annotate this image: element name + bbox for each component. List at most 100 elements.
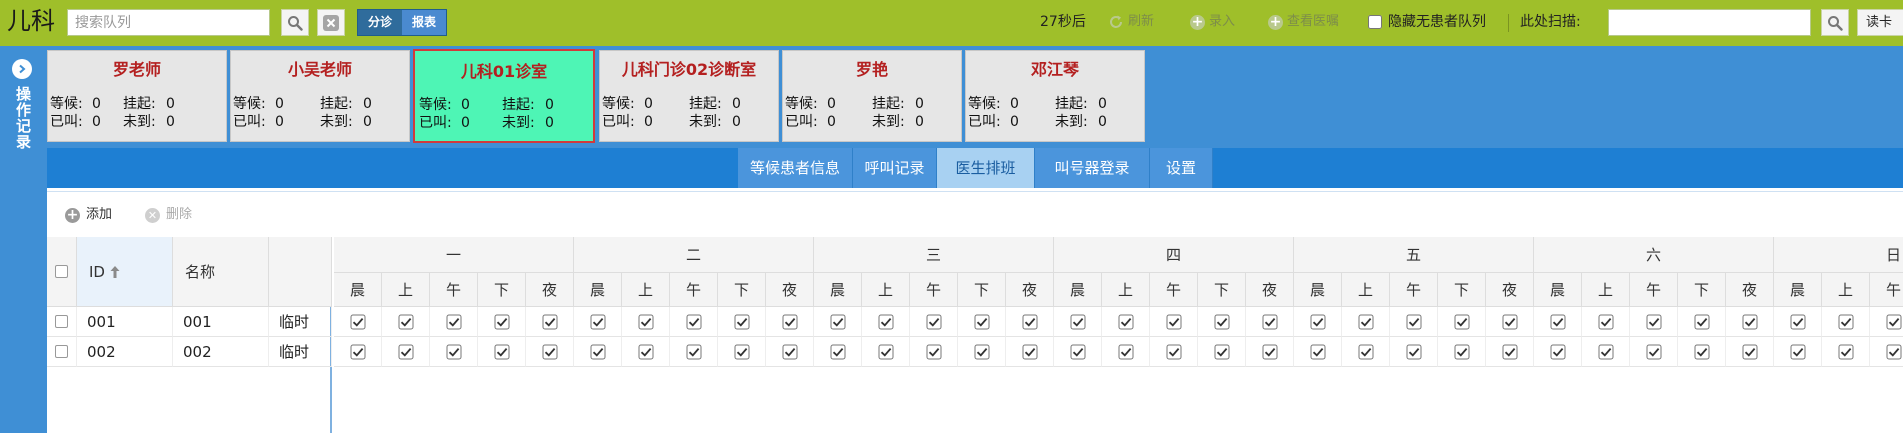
- room-card-active[interactable]: 儿科01诊室 等候: 0 挂起: 0 已叫: 0 未到: 0: [413, 49, 595, 143]
- schedule-checkbox-cell[interactable]: [910, 307, 958, 337]
- cell-id[interactable]: 002: [77, 337, 173, 367]
- schedule-checkbox-cell[interactable]: [574, 337, 622, 367]
- clear-button[interactable]: [317, 9, 345, 36]
- scan-search-button[interactable]: [1821, 9, 1849, 36]
- refresh-button[interactable]: 刷新: [1108, 11, 1154, 33]
- hide-empty-queues-toggle[interactable]: 隐藏无患者队列: [1368, 11, 1486, 33]
- schedule-checkbox-cell[interactable]: [1246, 307, 1294, 337]
- schedule-checkbox-cell[interactable]: [1054, 337, 1102, 367]
- cell-name[interactable]: 002: [173, 337, 269, 367]
- add-button[interactable]: + 添加: [65, 206, 112, 224]
- schedule-checkbox-cell[interactable]: [1774, 337, 1822, 367]
- schedule-checkbox-cell[interactable]: [1486, 337, 1534, 367]
- schedule-checkbox-cell[interactable]: [430, 337, 478, 367]
- schedule-checkbox-cell[interactable]: [718, 307, 766, 337]
- schedule-checkbox-cell[interactable]: [862, 307, 910, 337]
- schedule-checkbox-cell[interactable]: [1390, 307, 1438, 337]
- schedule-checkbox-cell[interactable]: [1534, 337, 1582, 367]
- schedule-checkbox-cell[interactable]: [1774, 307, 1822, 337]
- read-card-button[interactable]: 读卡: [1857, 9, 1903, 36]
- schedule-checkbox-cell[interactable]: [670, 307, 718, 337]
- schedule-checkbox-cell[interactable]: [1006, 307, 1054, 337]
- column-header-id[interactable]: ID: [77, 237, 173, 307]
- expand-arrow-icon[interactable]: [12, 59, 32, 79]
- tab-waiting-patients[interactable]: 等候患者信息: [738, 148, 853, 188]
- schedule-checkbox-cell[interactable]: [814, 337, 862, 367]
- tab-settings[interactable]: 设置: [1150, 148, 1213, 188]
- row-checkbox[interactable]: [55, 315, 68, 328]
- scan-input[interactable]: [1608, 9, 1811, 36]
- schedule-checkbox-cell[interactable]: [526, 337, 574, 367]
- room-card[interactable]: 儿科门诊02诊断室 等候: 0 挂起: 0 已叫: 0 未到: 0: [599, 50, 779, 142]
- schedule-checkbox-cell[interactable]: [1582, 337, 1630, 367]
- search-input[interactable]: [67, 9, 270, 36]
- schedule-checkbox-cell[interactable]: [1150, 307, 1198, 337]
- schedule-checkbox-cell[interactable]: [1102, 337, 1150, 367]
- schedule-checkbox-cell[interactable]: [1726, 337, 1774, 367]
- schedule-checkbox-cell[interactable]: [1726, 307, 1774, 337]
- schedule-checkbox-cell[interactable]: [766, 307, 814, 337]
- room-card[interactable]: 罗艳 等候: 0 挂起: 0 已叫: 0 未到: 0: [782, 50, 962, 142]
- schedule-checkbox-cell[interactable]: [1630, 307, 1678, 337]
- hide-empty-checkbox[interactable]: [1368, 15, 1382, 29]
- cell-name[interactable]: 001: [173, 307, 269, 337]
- schedule-checkbox-cell[interactable]: [622, 337, 670, 367]
- tab-call-records[interactable]: 呼叫记录: [853, 148, 937, 188]
- schedule-checkbox-cell[interactable]: [670, 337, 718, 367]
- schedule-checkbox-cell[interactable]: [478, 307, 526, 337]
- record-button[interactable]: + 录入: [1190, 11, 1235, 33]
- operation-log-label[interactable]: 操作记录: [10, 86, 34, 150]
- tab-doctor-schedule[interactable]: 医生排班: [937, 148, 1035, 188]
- schedule-checkbox-cell[interactable]: [1678, 307, 1726, 337]
- schedule-checkbox-cell[interactable]: [1294, 337, 1342, 367]
- schedule-checkbox-cell[interactable]: [1486, 307, 1534, 337]
- column-header-name[interactable]: 名称: [173, 237, 269, 307]
- schedule-checkbox-cell[interactable]: [1630, 337, 1678, 367]
- room-card[interactable]: 小吴老师 等候: 0 挂起: 0 已叫: 0 未到: 0: [230, 50, 410, 142]
- schedule-checkbox-cell[interactable]: [1438, 337, 1486, 367]
- room-card[interactable]: 罗老师 等候: 0 挂起: 0 已叫: 0 未到: 0: [47, 50, 227, 142]
- schedule-checkbox-cell[interactable]: [1822, 307, 1870, 337]
- schedule-checkbox-cell[interactable]: [478, 337, 526, 367]
- schedule-checkbox-cell[interactable]: [958, 337, 1006, 367]
- schedule-checkbox-cell[interactable]: [718, 337, 766, 367]
- cell-type[interactable]: 临时: [269, 307, 332, 337]
- schedule-checkbox-cell[interactable]: [1006, 337, 1054, 367]
- schedule-checkbox-cell[interactable]: [1678, 337, 1726, 367]
- schedule-checkbox-cell[interactable]: [334, 307, 382, 337]
- schedule-checkbox-cell[interactable]: [382, 337, 430, 367]
- schedule-checkbox-cell[interactable]: [1150, 337, 1198, 367]
- schedule-checkbox-cell[interactable]: [430, 307, 478, 337]
- schedule-checkbox-cell[interactable]: [766, 337, 814, 367]
- schedule-checkbox-cell[interactable]: [1198, 307, 1246, 337]
- schedule-checkbox-cell[interactable]: [910, 337, 958, 367]
- search-button[interactable]: [281, 9, 309, 36]
- row-checkbox[interactable]: [55, 345, 68, 358]
- mode-tab-report[interactable]: 报表: [402, 10, 447, 35]
- schedule-checkbox-cell[interactable]: [574, 307, 622, 337]
- schedule-checkbox-cell[interactable]: [1102, 307, 1150, 337]
- schedule-checkbox-cell[interactable]: [1438, 307, 1486, 337]
- room-card[interactable]: 邓江琴 等候: 0 挂起: 0 已叫: 0 未到: 0: [965, 50, 1145, 142]
- schedule-checkbox-cell[interactable]: [1198, 337, 1246, 367]
- select-all-checkbox[interactable]: [55, 265, 68, 278]
- schedule-checkbox-cell[interactable]: [1534, 307, 1582, 337]
- schedule-checkbox-cell[interactable]: [814, 307, 862, 337]
- schedule-checkbox-cell[interactable]: [622, 307, 670, 337]
- cell-type[interactable]: 临时: [269, 337, 332, 367]
- mode-tab-triage[interactable]: 分诊: [358, 10, 403, 35]
- schedule-checkbox-cell[interactable]: [1342, 337, 1390, 367]
- schedule-checkbox-cell[interactable]: [1294, 307, 1342, 337]
- schedule-checkbox-cell[interactable]: [1582, 307, 1630, 337]
- delete-button[interactable]: ✕ 删除: [145, 206, 192, 224]
- schedule-checkbox-cell[interactable]: [1390, 337, 1438, 367]
- schedule-checkbox-cell[interactable]: [1246, 337, 1294, 367]
- view-orders-button[interactable]: + 查看医嘱: [1268, 11, 1339, 33]
- schedule-checkbox-cell[interactable]: [862, 337, 910, 367]
- schedule-checkbox-cell[interactable]: [958, 307, 1006, 337]
- schedule-checkbox-cell[interactable]: [1054, 307, 1102, 337]
- schedule-checkbox-cell[interactable]: [1822, 337, 1870, 367]
- schedule-checkbox-cell[interactable]: [334, 337, 382, 367]
- schedule-checkbox-cell[interactable]: [1342, 307, 1390, 337]
- schedule-checkbox-cell[interactable]: [382, 307, 430, 337]
